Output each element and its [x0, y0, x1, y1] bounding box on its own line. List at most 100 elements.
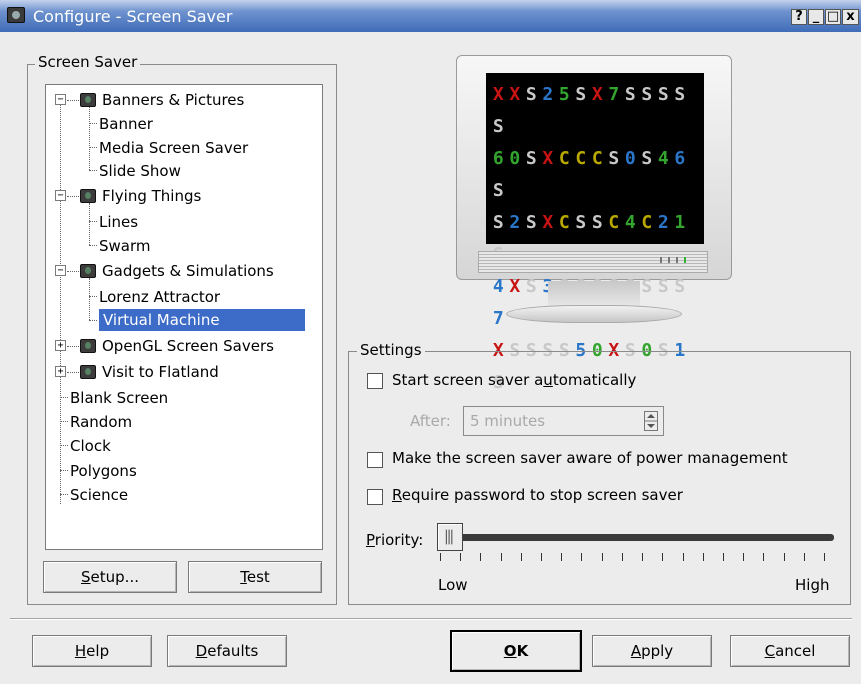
tree-item-random[interactable]: Random — [70, 411, 132, 433]
slider-tick — [601, 553, 603, 561]
priority-slider-track[interactable] — [440, 534, 834, 541]
power-management-label[interactable]: Make the screen saver aware of power man… — [392, 449, 788, 467]
preview-glyph: S — [641, 276, 653, 297]
screensaver-group-title: Screen Saver — [35, 53, 141, 71]
expand-icon[interactable]: + — [55, 340, 66, 351]
setup-button[interactable]: Setup... — [43, 561, 177, 593]
screensaver-category-icon — [80, 189, 96, 203]
slider-tick — [561, 553, 563, 561]
slider-tick — [743, 553, 745, 561]
cancel-button[interactable]: Cancel — [730, 635, 850, 667]
preview-glyph: 7 — [608, 84, 620, 105]
help-context-button[interactable]: ? — [791, 9, 807, 25]
auto-start-label[interactable]: Start screen saver automatically — [392, 371, 636, 389]
preview-glyph: S — [641, 84, 653, 105]
slider-tick — [662, 553, 664, 561]
priority-slider-handle[interactable] — [437, 523, 463, 551]
auto-start-checkbox[interactable] — [367, 373, 383, 389]
tree-category-visit-to-flatland[interactable]: Visit to Flatland — [102, 361, 219, 383]
require-password-checkbox[interactable] — [367, 489, 383, 505]
preview-glyph: X — [509, 276, 521, 297]
slider-tick — [500, 553, 502, 561]
tree-item-virtual-machine[interactable]: Virtual Machine — [99, 309, 305, 331]
preview-glyph: S — [657, 84, 669, 105]
screensaver-app-icon — [7, 7, 25, 23]
preview-glyph: C — [591, 148, 603, 169]
preview-glyph: X — [591, 84, 603, 105]
test-button[interactable]: Test — [188, 561, 322, 593]
screensaver-category-icon — [80, 264, 96, 278]
slider-tick — [702, 553, 704, 561]
tree-item-lorenz-attractor[interactable]: Lorenz Attractor — [99, 286, 220, 308]
collapse-icon[interactable]: − — [55, 94, 66, 105]
preview-glyph: X — [492, 84, 504, 105]
preview-glyph: C — [558, 148, 570, 169]
tree-item-science[interactable]: Science — [70, 484, 128, 506]
footer-separator — [10, 618, 852, 620]
apply-button[interactable]: Apply — [592, 635, 712, 667]
collapse-icon[interactable]: − — [55, 265, 66, 276]
slider-tick — [783, 553, 785, 561]
slider-tick — [480, 553, 482, 561]
tree-item-blank-screen[interactable]: Blank Screen — [70, 387, 168, 409]
tree-item-swarm[interactable]: Swarm — [99, 235, 151, 257]
after-spinbox: 5 minutes — [463, 406, 664, 436]
tree-category-opengl-screen-savers[interactable]: OpenGL Screen Savers — [102, 335, 274, 357]
power-management-checkbox[interactable] — [367, 452, 383, 468]
spin-arrows-icon — [644, 411, 658, 431]
preview-glyph: 2 — [509, 212, 521, 233]
preview-glyph: 7 — [492, 308, 504, 329]
preview-glyph: 0 — [624, 148, 636, 169]
preview-glyph: 6 — [674, 148, 686, 169]
preview-glyph: 4 — [657, 148, 669, 169]
preview-glyph: C — [575, 148, 587, 169]
tree-item-slide-show[interactable]: Slide Show — [99, 160, 181, 182]
require-password-label[interactable]: Require password to stop screen saver — [392, 486, 683, 504]
tree-category-flying-things[interactable]: Flying Things — [102, 185, 201, 207]
slider-tick — [682, 553, 684, 561]
preview-glyph: 4 — [624, 212, 636, 233]
screensaver-tree[interactable]: − Banners & Pictures Banner Media Screen… — [45, 84, 323, 550]
preview-glyph: 0 — [509, 148, 521, 169]
tree-item-banner[interactable]: Banner — [99, 113, 153, 135]
screensaver-preview: XXS25SX7SSSSS60SXCCCS0S46SS2SXCSSC4C21S4… — [456, 55, 732, 393]
tree-category-gadgets-simulations[interactable]: Gadgets & Simulations — [102, 260, 274, 282]
slider-tick — [824, 553, 825, 561]
preview-screen: XXS25SX7SSSSS60SXCCCS0S46SS2SXCSSC4C21S4… — [486, 73, 704, 393]
preview-glyph: S — [575, 84, 587, 105]
preview-glyph: X — [542, 212, 554, 233]
help-button[interactable]: Help — [32, 635, 152, 667]
defaults-button[interactable]: Defaults — [167, 635, 287, 667]
preview-glyph: S — [575, 212, 587, 233]
tree-category-banners-pictures[interactable]: Banners & Pictures — [102, 89, 244, 111]
slider-tick — [642, 553, 644, 561]
preview-glyph: S — [608, 148, 620, 169]
slider-tick — [460, 553, 462, 561]
minimize-button[interactable]: _ — [808, 9, 824, 25]
preview-glyph: C — [608, 212, 620, 233]
after-label: After: — [410, 412, 451, 430]
close-button[interactable]: x — [842, 9, 859, 25]
slider-tick — [803, 553, 805, 561]
ok-button[interactable]: OK — [450, 630, 582, 672]
preview-glyph: C — [641, 212, 653, 233]
slider-tick — [520, 553, 522, 561]
after-value: 5 minutes — [470, 412, 546, 430]
tree-item-media-screen-saver[interactable]: Media Screen Saver — [99, 137, 248, 159]
expand-icon[interactable]: + — [55, 366, 66, 377]
monitor-leds-icon — [660, 257, 686, 263]
preview-row: X X S 2 5 S X 7 S S S SS — [490, 79, 700, 143]
collapse-icon[interactable]: − — [55, 190, 66, 201]
tree-item-clock[interactable]: Clock — [70, 435, 111, 457]
tree-item-polygons[interactable]: Polygons — [70, 460, 137, 482]
preview-glyph: 2 — [657, 212, 669, 233]
title-bar: Configure - Screen Saver ? _ □ x — [0, 0, 861, 32]
tree-item-lines[interactable]: Lines — [99, 211, 138, 233]
preview-glyph: S — [674, 84, 686, 105]
preview-glyph: S — [492, 212, 504, 233]
preview-glyph: 1 — [674, 212, 686, 233]
monitor-base — [506, 305, 682, 323]
priority-low-label: Low — [438, 576, 468, 594]
preview-glyph: S — [674, 276, 686, 297]
maximize-button[interactable]: □ — [825, 9, 841, 25]
